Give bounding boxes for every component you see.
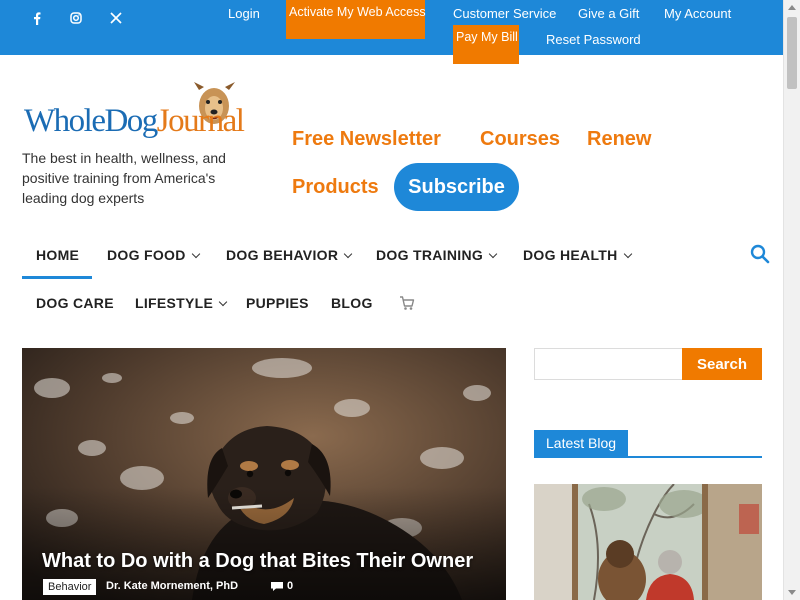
renew-link[interactable]: Renew (587, 127, 651, 151)
latest-blog-divider (534, 456, 762, 458)
latest-blog-heading: Latest Blog (534, 430, 629, 456)
nav-home-label: HOME (36, 247, 80, 263)
chevron-down-icon (191, 249, 200, 259)
x-icon[interactable] (109, 11, 123, 25)
category-badge[interactable]: Behavior (43, 579, 97, 595)
page-scrollbar[interactable] (783, 0, 800, 600)
nav-home-active-underline (22, 276, 92, 279)
facebook-icon[interactable] (30, 11, 44, 25)
chevron-down-icon (344, 249, 353, 259)
nav-dog-food-label: DOG FOOD (107, 247, 186, 263)
sidebar-search-button[interactable]: Search (682, 348, 762, 380)
products-link[interactable]: Products (292, 175, 379, 199)
chevron-down-icon (623, 249, 632, 259)
my-account-link[interactable]: My Account (664, 6, 731, 22)
cart-icon[interactable] (399, 295, 415, 311)
courses-link[interactable]: Courses (480, 127, 560, 151)
site-logo[interactable]: WholeDogJournal (24, 76, 250, 148)
scroll-down-arrow-icon[interactable] (788, 590, 796, 595)
nav-dog-behavior-label: DOG BEHAVIOR (226, 247, 339, 263)
nav-dog-training[interactable]: DOG TRAINING (376, 246, 498, 264)
nav-puppies[interactable]: PUPPIES (246, 294, 309, 312)
nav-dog-health[interactable]: DOG HEALTH (523, 246, 632, 264)
nav-blog-label: BLOG (331, 295, 373, 311)
logo-word-wholedog: WholeDog (24, 103, 158, 139)
instagram-icon[interactable] (69, 11, 83, 25)
free-newsletter-link[interactable]: Free Newsletter (292, 127, 441, 151)
site-tagline: The best in health, wellness, and positi… (22, 150, 226, 206)
activate-web-access-link[interactable]: Activate My Web Access (286, 0, 426, 39)
pay-bill-link[interactable]: Pay My Bill (453, 25, 519, 64)
sidebar-search-input[interactable] (534, 348, 683, 380)
give-gift-link[interactable]: Give a Gift (578, 6, 639, 22)
chevron-down-icon (218, 297, 228, 307)
logo-wordmark: WholeDogJournal (24, 102, 245, 140)
featured-article-title[interactable]: What to Do with a Dog that Bites Their O… (42, 549, 473, 573)
nav-home[interactable]: HOME (36, 246, 79, 264)
subscribe-button[interactable]: Subscribe (394, 163, 519, 211)
nav-dog-care-label: DOG CARE (36, 295, 114, 311)
article-author[interactable]: Dr. Kate Mornement, PhD (106, 580, 238, 592)
comment-count: 0 (287, 580, 294, 592)
customer-service-link[interactable]: Customer Service (453, 6, 556, 22)
logo-word-journal: Journal (156, 103, 245, 139)
nav-dog-care[interactable]: DOG CARE (36, 294, 114, 312)
scroll-thumb[interactable] (787, 17, 797, 89)
nav-dog-training-label: DOG TRAINING (376, 247, 484, 263)
reset-password-link[interactable]: Reset Password (546, 32, 641, 48)
nav-lifestyle-label: LIFESTYLE (135, 295, 214, 311)
scroll-up-arrow-icon[interactable] (788, 5, 796, 10)
nav-puppies-label: PUPPIES (246, 295, 309, 311)
top-bar: Login Activate My Web Access Customer Se… (0, 0, 783, 64)
latest-blog-thumbnail[interactable] (534, 484, 762, 600)
latest-blog-image (534, 484, 762, 600)
nav-dog-health-label: DOG HEALTH (523, 247, 618, 263)
comment-icon (271, 582, 283, 591)
nav-blog[interactable]: BLOG (331, 294, 373, 312)
login-link[interactable]: Login (228, 6, 260, 22)
search-icon[interactable] (750, 244, 770, 264)
nav-dog-food[interactable]: DOG FOOD (107, 246, 200, 264)
nav-dog-behavior[interactable]: DOG BEHAVIOR (226, 246, 353, 264)
nav-lifestyle[interactable]: LIFESTYLE (135, 294, 228, 312)
chevron-down-icon (488, 249, 498, 259)
